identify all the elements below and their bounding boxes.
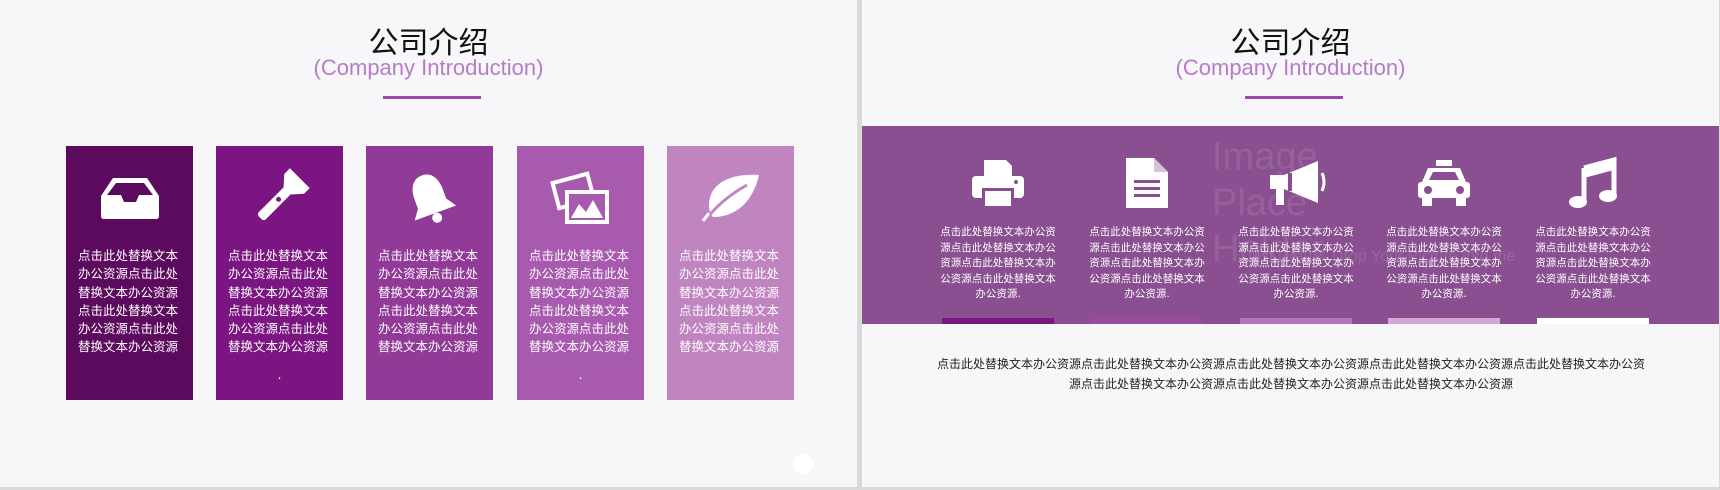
card-text: 点击此处替换文本办公资源点击此处替换文本办公资源点击此处替换文本办公资源点击此处… bbox=[378, 248, 479, 355]
column-accent-bar bbox=[1537, 318, 1649, 324]
bell-icon bbox=[366, 168, 493, 228]
feature-card-1: 点击此处替换文本办公资源点击此处替换文本办公资源点击此处替换文本办公资源点击此处… bbox=[66, 146, 193, 400]
feature-column-5: 点击此处替换文本办公资源点击此处替换文本办公资源点击此处替换文本办公资源点击此处… bbox=[1531, 126, 1655, 324]
title-divider bbox=[383, 96, 481, 99]
inbox-tray-icon bbox=[66, 168, 193, 228]
card-text: 点击此处替换文本办公资源点击此处替换文本办公资源点击此处替换文本办公资源点击此处… bbox=[529, 248, 630, 355]
column-text: 点击此处替换文本办公资源点击此处替换文本办公资源点击此处替换文本办公资源点击此处… bbox=[1535, 226, 1651, 300]
feature-card-3: 点击此处替换文本办公资源点击此处替换文本办公资源点击此处替换文本办公资源点击此处… bbox=[366, 146, 493, 400]
pictures-icon bbox=[517, 168, 644, 228]
music-note-icon bbox=[1531, 154, 1655, 212]
column-text: 点击此处替换文本办公资源点击此处替换文本办公资源点击此处替换文本办公资源点击此处… bbox=[1089, 226, 1205, 300]
card-text: 点击此处替换文本办公资源点击此处替换文本办公资源点击此处替换文本办公资源点击此处… bbox=[78, 248, 179, 355]
taxi-icon bbox=[1382, 154, 1506, 212]
card-text: 点击此处替换文本办公资源点击此处替换文本办公资源点击此处替换文本办公资源点击此处… bbox=[228, 248, 329, 355]
card-dot: . bbox=[277, 368, 282, 382]
page-subtitle: (Company Introduction) bbox=[1175, 55, 1406, 80]
column-accent-bar bbox=[1091, 318, 1203, 324]
leaf-icon bbox=[667, 168, 794, 228]
flashlight-icon bbox=[216, 168, 343, 228]
column-text: 点击此处替换文本办公资源点击此处替换文本办公资源点击此处替换文本办公资源点击此处… bbox=[1386, 226, 1502, 300]
body-paragraph: 点击此处替换文本办公资源点击此处替换文本办公资源点击此处替换文本办公资源点击此处… bbox=[936, 357, 1645, 391]
document-icon bbox=[1085, 154, 1209, 212]
slide-right: 公司介绍 (Company Introduction) Image Place … bbox=[862, 0, 1719, 487]
card-dot: . bbox=[578, 368, 583, 382]
feature-card-4: 点击此处替换文本办公资源点击此处替换文本办公资源点击此处替换文本办公资源点击此处… bbox=[517, 146, 644, 400]
feature-column-2: 点击此处替换文本办公资源点击此处替换文本办公资源点击此处替换文本办公资源点击此处… bbox=[1085, 126, 1209, 324]
image-placeholder-band[interactable]: Image Place Holder Just Drag & Drop Your… bbox=[862, 126, 1719, 324]
feature-column-1: 点击此处替换文本办公资源点击此处替换文本办公资源点击此处替换文本办公资源点击此处… bbox=[936, 126, 1060, 324]
column-text: 点击此处替换文本办公资源点击此处替换文本办公资源点击此处替换文本办公资源点击此处… bbox=[940, 226, 1056, 300]
slide-left: 公司介绍 (Company Introduction) 点击此处替换文本办公资源… bbox=[0, 0, 857, 487]
feature-column-4: 点击此处替换文本办公资源点击此处替换文本办公资源点击此处替换文本办公资源点击此处… bbox=[1382, 126, 1506, 324]
page-subtitle: (Company Introduction) bbox=[313, 55, 544, 80]
feature-card-5: 点击此处替换文本办公资源点击此处替换文本办公资源点击此处替换文本办公资源点击此处… bbox=[667, 146, 794, 400]
title-divider bbox=[1245, 96, 1343, 99]
column-accent-bar bbox=[942, 318, 1054, 324]
column-accent-bar bbox=[1388, 318, 1500, 324]
megaphone-icon bbox=[1234, 154, 1358, 212]
column-accent-bar bbox=[1240, 318, 1352, 324]
feature-column-3: 点击此处替换文本办公资源点击此处替换文本办公资源点击此处替换文本办公资源点击此处… bbox=[1234, 126, 1358, 324]
feature-card-2: 点击此处替换文本办公资源点击此处替换文本办公资源点击此处替换文本办公资源点击此处… bbox=[216, 146, 343, 400]
printer-icon bbox=[936, 154, 1060, 212]
decorative-circle bbox=[793, 454, 813, 474]
card-text: 点击此处替换文本办公资源点击此处替换文本办公资源点击此处替换文本办公资源点击此处… bbox=[679, 248, 780, 355]
column-text: 点击此处替换文本办公资源点击此处替换文本办公资源点击此处替换文本办公资源点击此处… bbox=[1238, 226, 1354, 300]
